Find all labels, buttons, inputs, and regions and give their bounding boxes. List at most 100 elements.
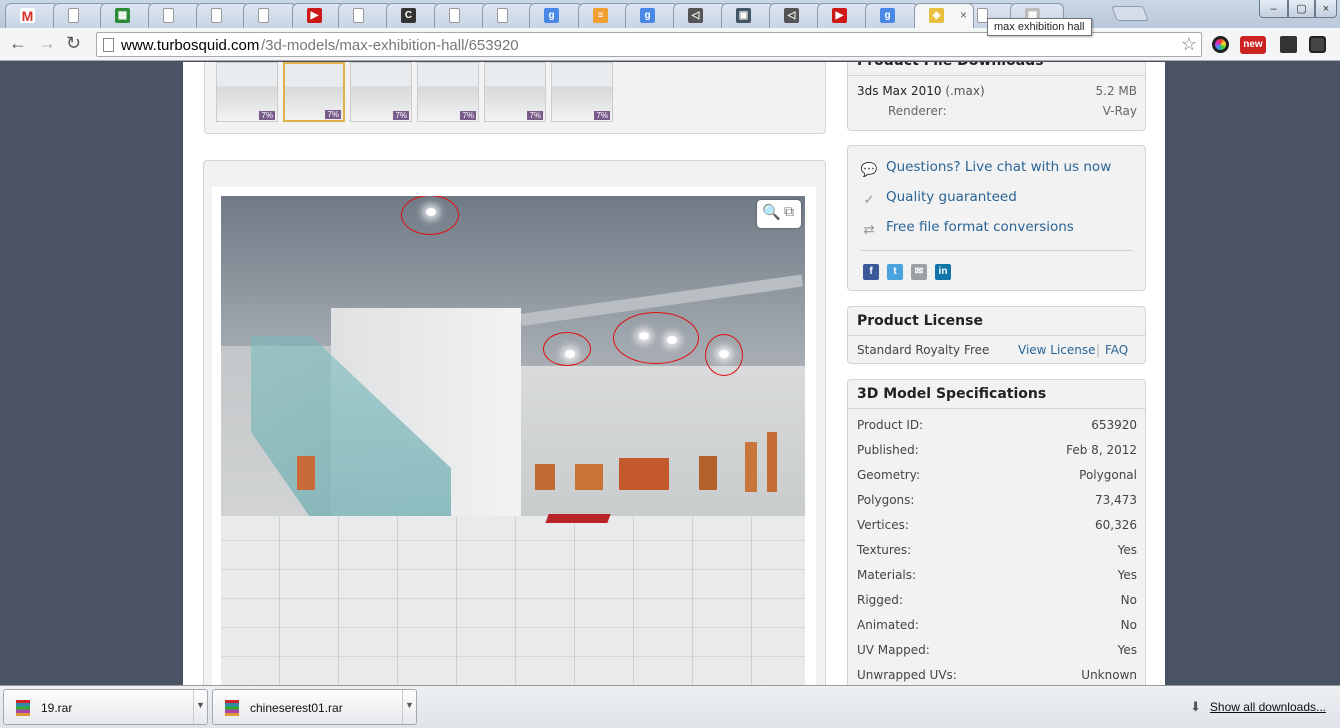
facebook-icon[interactable]: f bbox=[863, 264, 879, 280]
browser-tab[interactable]: M bbox=[5, 3, 59, 28]
browser-tab[interactable]: g bbox=[529, 3, 583, 28]
spec-value: No bbox=[1120, 618, 1137, 632]
reload-icon[interactable]: ↻ bbox=[66, 34, 81, 52]
spec-value: Yes bbox=[1117, 568, 1137, 582]
file-size: 5.2 MB bbox=[1095, 84, 1137, 98]
thumbnail[interactable]: 7% bbox=[350, 62, 412, 122]
browser-tab[interactable]: g bbox=[865, 3, 919, 28]
youtube-icon: ▶ bbox=[307, 8, 322, 23]
minimize-button[interactable]: – bbox=[1259, 0, 1288, 18]
browser-tab[interactable] bbox=[148, 3, 202, 28]
email-icon[interactable]: ✉ bbox=[911, 264, 927, 280]
puzzle-icon[interactable] bbox=[1280, 36, 1297, 53]
thumbnail[interactable]: 7% bbox=[417, 62, 479, 122]
page-viewport[interactable]: 7% 7% 7% 7% 7% 7% 🔍 ⧉ 3ds Max 2010 (.max… bbox=[0, 62, 1340, 685]
browser-tab[interactable]: ▦ bbox=[100, 3, 154, 28]
browser-tab[interactable] bbox=[243, 3, 297, 28]
service-link[interactable]: 💬 Questions? Live chat with us now bbox=[860, 159, 1112, 178]
dropdown-arrow-icon[interactable]: ▼ bbox=[402, 690, 416, 724]
browser-tab[interactable] bbox=[196, 3, 250, 28]
stack-icon: ≡ bbox=[593, 8, 608, 23]
painting bbox=[297, 456, 315, 490]
file-ext: (.max) bbox=[945, 84, 985, 98]
spec-value: Yes bbox=[1117, 643, 1137, 657]
renderer-label: Renderer: bbox=[888, 104, 947, 118]
youtube-icon: ▶ bbox=[832, 8, 847, 23]
browser-tab[interactable]: ◈ × bbox=[914, 3, 974, 28]
download-item[interactable]: 19.rar ▼ bbox=[3, 689, 208, 725]
browser-tab[interactable]: ▶ bbox=[817, 3, 871, 28]
page-container: 7% 7% 7% 7% 7% 7% 🔍 ⧉ 3ds Max 2010 (.max… bbox=[183, 62, 1165, 685]
browser-toolbar: ← → ↻ www.turbosquid.com /3d-models/max-… bbox=[0, 28, 1340, 61]
show-all-downloads-link[interactable]: Show all downloads... bbox=[1210, 700, 1326, 714]
file-format: 3ds Max 2010 bbox=[857, 84, 942, 98]
gmail-icon: M bbox=[20, 7, 35, 24]
download-file-row[interactable]: 3ds Max 2010 (.max) 5.2 MB bbox=[857, 84, 1137, 98]
thumbnail-badge: 7% bbox=[393, 111, 409, 120]
thumbnail[interactable]: 7% bbox=[283, 62, 345, 122]
highlight-circle bbox=[401, 196, 459, 235]
chat-bubble-icon: 💬 bbox=[860, 162, 878, 178]
thumbnail[interactable]: 7% bbox=[216, 62, 278, 122]
downloads-title: Product File Downloads bbox=[848, 62, 1145, 76]
browser-tab[interactable]: ◁ bbox=[769, 3, 823, 28]
spec-label: Rigged: bbox=[857, 593, 903, 607]
faq-link[interactable]: FAQ bbox=[1105, 343, 1128, 357]
bookmark-star-icon[interactable]: ☆ bbox=[1181, 34, 1197, 55]
thumbnail[interactable]: 7% bbox=[484, 62, 546, 122]
spec-label: Geometry: bbox=[857, 468, 921, 482]
browser-tab[interactable]: ▣ bbox=[721, 3, 775, 28]
spec-value: Feb 8, 2012 bbox=[1066, 443, 1137, 457]
maximize-button[interactable]: ▢ bbox=[1288, 0, 1315, 18]
browser-tab[interactable] bbox=[338, 3, 392, 28]
page-icon bbox=[258, 8, 269, 23]
download-filename: 19.rar bbox=[41, 701, 73, 715]
browser-tab[interactable] bbox=[482, 3, 536, 28]
close-window-button[interactable]: × bbox=[1315, 0, 1337, 18]
page-icon bbox=[353, 8, 364, 23]
new-tab-button[interactable] bbox=[1111, 6, 1149, 21]
zoom-icon[interactable]: 🔍 bbox=[762, 203, 781, 221]
popout-icon[interactable]: ⧉ bbox=[784, 203, 794, 220]
license-type: Standard Royalty Free bbox=[857, 343, 990, 357]
forward-arrow-icon[interactable]: → bbox=[38, 34, 56, 52]
menu-icon[interactable] bbox=[1309, 36, 1326, 53]
spec-value: 73,473 bbox=[1095, 493, 1137, 507]
new-badge-icon[interactable]: new bbox=[1240, 36, 1266, 54]
painting bbox=[745, 442, 757, 492]
close-tab-icon[interactable]: × bbox=[960, 8, 967, 22]
browser-tab[interactable]: ◁ bbox=[673, 3, 727, 28]
painting bbox=[575, 464, 603, 490]
spec-value: Unknown bbox=[1081, 668, 1137, 682]
convert-arrows-icon: ⇄ bbox=[863, 222, 875, 238]
turbosquid-icon: ◈ bbox=[929, 8, 944, 23]
painting bbox=[619, 458, 669, 490]
browser-tab[interactable]: ≡ bbox=[578, 3, 632, 28]
browser-tab[interactable]: C bbox=[386, 3, 440, 28]
services-panel: 💬 Questions? Live chat with us now ✓ Qualit… bbox=[847, 145, 1146, 291]
license-title: Product License bbox=[848, 307, 1145, 336]
linkedin-icon[interactable]: in bbox=[935, 264, 951, 280]
browser-tab[interactable]: g bbox=[625, 3, 679, 28]
twitter-icon[interactable]: t bbox=[887, 264, 903, 280]
service-link[interactable]: ⇄ Free file format conversions bbox=[860, 219, 1074, 238]
download-item[interactable]: chineserest01.rar ▼ bbox=[212, 689, 417, 725]
view-license-link[interactable]: View License bbox=[1018, 343, 1096, 357]
browser-tab[interactable] bbox=[434, 3, 488, 28]
thumbnail-strip: 7% 7% 7% 7% 7% 7% bbox=[216, 62, 616, 124]
license-row: Standard Royalty Free View License | FAQ bbox=[857, 343, 1137, 357]
back-arrow-icon[interactable]: ← bbox=[9, 34, 27, 52]
color-wheel-icon[interactable] bbox=[1212, 36, 1229, 53]
spec-row: Unwrapped UVs: Unknown bbox=[857, 668, 1137, 682]
service-link[interactable]: ✓ Quality guaranteed bbox=[860, 189, 1016, 208]
thumbnail[interactable]: 7% bbox=[551, 62, 613, 122]
browser-tab[interactable] bbox=[53, 3, 107, 28]
main-preview-image[interactable]: 🔍 ⧉ bbox=[221, 196, 805, 685]
download-filename: chineserest01.rar bbox=[250, 701, 343, 715]
rar-file-icon bbox=[225, 700, 239, 716]
spec-row: Geometry: Polygonal bbox=[857, 468, 1137, 482]
painting bbox=[535, 464, 555, 490]
spec-label: Published: bbox=[857, 443, 919, 457]
highlight-circle bbox=[543, 332, 591, 366]
dropdown-arrow-icon[interactable]: ▼ bbox=[193, 690, 207, 724]
